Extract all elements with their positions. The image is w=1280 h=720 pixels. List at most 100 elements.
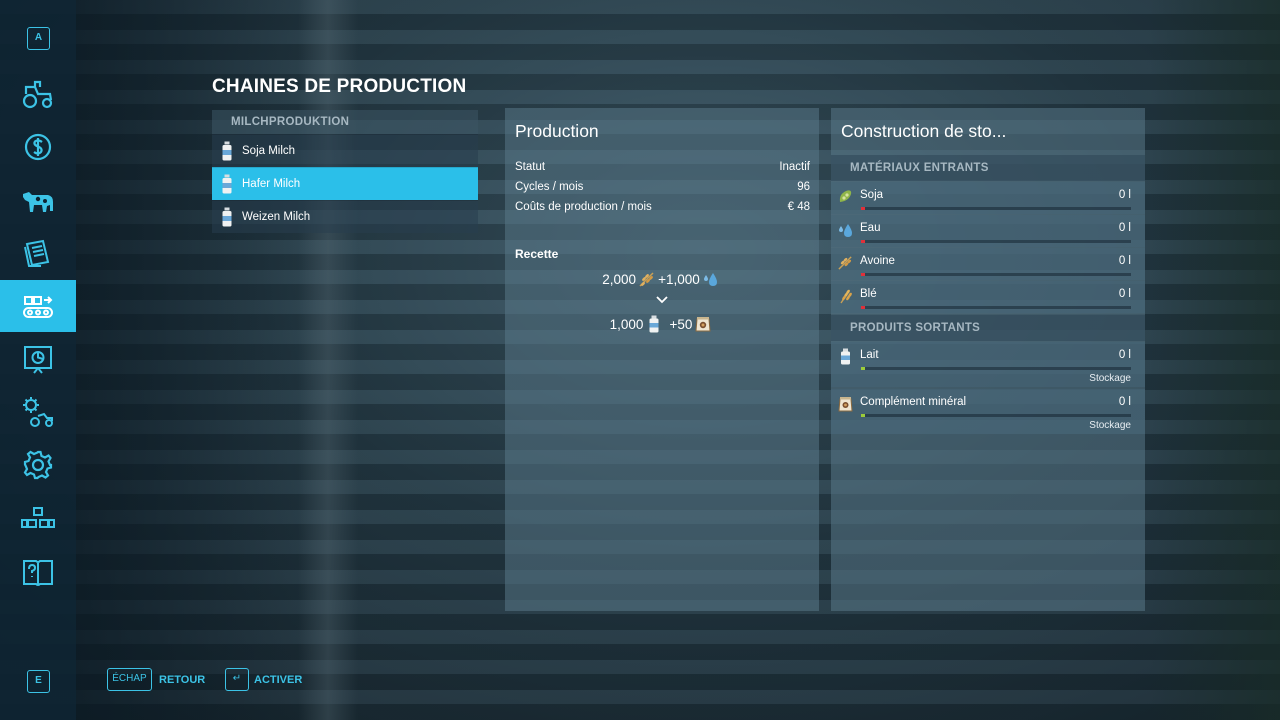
tractor-icon [22, 80, 53, 109]
recipe-label: Recette [515, 247, 559, 261]
stat-value: Inactif [779, 161, 810, 173]
fill-level [861, 306, 865, 309]
inputs-section-header: MATÉRIAUX ENTRANTS [831, 155, 1145, 181]
stat-row-costs: Coûts de production / mois € 48 [515, 201, 810, 213]
chain-item-weizen-milch[interactable]: Weizen Milch [212, 200, 478, 233]
stat-row-status: Statut Inactif [515, 161, 810, 173]
sidebar-item-help[interactable] [0, 546, 76, 598]
fill-level [861, 273, 865, 276]
chevron-down-icon [505, 292, 819, 310]
output-mode-toggle[interactable]: Stockage [1089, 373, 1131, 384]
storage-title: Construction de sto... [841, 121, 1007, 141]
input-row-soja: Soja 0 l [831, 182, 1145, 214]
recipe-output-amount: +50 [669, 316, 693, 332]
water-drop-icon [839, 224, 852, 237]
recipe-inputs: 2,000 +1,000 [505, 270, 819, 288]
next-page-key-hint[interactable]: E [27, 670, 50, 693]
help-book-icon [23, 560, 53, 586]
page-title: CHAINES DE PRODUCTION [212, 76, 467, 97]
contracts-icon [24, 239, 50, 267]
settings-icon [23, 450, 53, 480]
sidebar-item-finances[interactable] [0, 121, 76, 173]
sidebar-item-vehicles[interactable] [0, 68, 76, 120]
stat-row-cycles: Cycles / mois 96 [515, 181, 810, 193]
activate-button[interactable]: ACTIVER [254, 674, 302, 686]
stat-label: Cycles / mois [515, 181, 584, 193]
sidebar: A E [0, 0, 76, 720]
stat-label: Statut [515, 161, 546, 173]
sidebar-item-production[interactable] [0, 280, 76, 332]
milk-bottle-icon [222, 174, 232, 194]
input-row-avoine: Avoine 0 l [831, 248, 1145, 280]
production-chain-list: MILCHPRODUKTION Soja Milch Hafer Milch W… [212, 110, 478, 233]
back-button[interactable]: RETOUR [159, 674, 205, 686]
output-row-lait: Lait 0 l Stockage [831, 342, 1145, 387]
output-mode-toggle[interactable]: Stockage [1089, 420, 1131, 431]
chain-item-label: Soja Milch [242, 145, 296, 157]
fill-level-bar [861, 273, 1131, 276]
fill-level-bar [861, 207, 1131, 210]
background-foliage [1150, 0, 1280, 720]
chain-item-hafer-milch[interactable]: Hafer Milch [212, 167, 478, 200]
prev-page-key-hint[interactable]: A [27, 27, 50, 50]
water-drop-icon [703, 273, 717, 286]
list-group-header: MILCHPRODUKTION [212, 110, 478, 134]
escape-key-hint[interactable]: ÉCHAP [107, 668, 152, 691]
statistics-icon [24, 346, 52, 374]
sidebar-item-hierarchy[interactable] [0, 492, 76, 544]
background-shade [76, 0, 316, 720]
finance-icon [24, 133, 52, 161]
chain-item-soja-milch[interactable]: Soja Milch [212, 134, 478, 167]
mineral-bag-icon [838, 397, 853, 412]
wheat-icon [840, 289, 852, 304]
enter-key-hint[interactable]: ↵ [225, 668, 249, 691]
material-amount: 0 l [1118, 222, 1131, 234]
material-amount: 0 l [1118, 255, 1131, 267]
product-amount: 0 l [1118, 396, 1131, 408]
fill-level [861, 207, 865, 210]
input-row-ble: Blé 0 l [831, 281, 1145, 313]
hierarchy-icon [21, 507, 55, 528]
fill-level [861, 414, 865, 417]
input-row-eau: Eau 0 l [831, 215, 1145, 247]
sidebar-item-contracts[interactable] [0, 227, 76, 279]
fill-level [861, 240, 865, 243]
product-name: Lait [860, 349, 879, 361]
recipe-output-amount: 1,000 [609, 316, 644, 332]
outputs-section-header: PRODUITS SORTANTS [831, 315, 1145, 341]
product-amount: 0 l [1118, 349, 1131, 361]
milk-bottle-icon [649, 315, 659, 333]
material-name: Avoine [860, 255, 895, 267]
material-name: Blé [860, 288, 877, 300]
milk-bottle-icon [222, 141, 232, 161]
mineral-bag-icon [695, 317, 711, 332]
material-name: Soja [860, 189, 884, 201]
recipe-input-amount: 2,000 [602, 271, 637, 287]
output-row-complement-mineral: Complément minéral 0 l Stockage [831, 389, 1145, 434]
production-title: Production [515, 121, 599, 141]
milk-bottle-icon [222, 207, 232, 227]
sidebar-item-settings[interactable] [0, 439, 76, 491]
milk-bottle-icon [841, 348, 850, 365]
sidebar-item-animals[interactable] [0, 174, 76, 226]
sidebar-item-statistics[interactable] [0, 333, 76, 385]
fill-level-bar [861, 414, 1131, 417]
production-icon [23, 296, 53, 318]
soy-icon [839, 190, 852, 202]
fill-level-bar [861, 240, 1131, 243]
oat-icon [639, 272, 654, 287]
chain-item-label: Weizen Milch [242, 211, 311, 223]
fill-level-bar [861, 306, 1131, 309]
fill-level-bar [861, 367, 1131, 370]
fill-level [861, 367, 865, 370]
stat-label: Coûts de production / mois [515, 201, 652, 213]
material-name: Eau [860, 222, 881, 234]
recipe-outputs: 1,000 +50 [505, 315, 819, 333]
stat-value: € 48 [787, 201, 810, 213]
storage-panel: Construction de sto... MATÉRIAUX ENTRANT… [831, 108, 1145, 611]
vehicle-settings-icon [23, 397, 53, 427]
stat-value: 96 [797, 181, 810, 193]
sidebar-item-vehicle-settings[interactable] [0, 386, 76, 438]
cow-icon [23, 192, 53, 212]
oat-icon [838, 256, 852, 270]
